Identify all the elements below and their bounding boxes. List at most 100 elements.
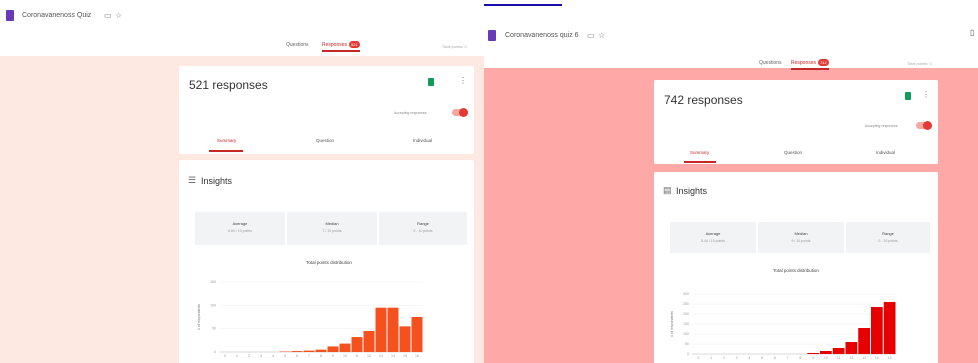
top-bar: Coronavanenoss Quiz ▭ ☆ bbox=[0, 0, 484, 34]
x-tick-label: 3 bbox=[260, 354, 262, 358]
y-tick-label: 0 bbox=[687, 352, 689, 356]
folder-icon[interactable]: ▭ bbox=[587, 31, 595, 40]
responses-count: 742 responses bbox=[664, 93, 743, 107]
y-tick-label: 50 bbox=[212, 327, 216, 331]
histogram-bar bbox=[832, 348, 845, 354]
subtab-question[interactable]: Question bbox=[784, 150, 802, 155]
histogram-bar bbox=[387, 307, 399, 352]
subtab-individual[interactable]: Individual bbox=[876, 150, 895, 155]
forms-icon[interactable] bbox=[6, 10, 14, 21]
y-tick-label: 200 bbox=[683, 312, 689, 316]
form-tabs-bar: Questions Responses 521 Total points: 0 bbox=[0, 34, 484, 56]
x-tick-label: 12 bbox=[367, 354, 371, 358]
x-tick-label: 1 bbox=[710, 356, 712, 360]
histogram-bar bbox=[411, 317, 423, 352]
subtab-summary[interactable]: Summary bbox=[690, 150, 709, 155]
stat-range-label: Range bbox=[882, 231, 894, 236]
stat-average-label: Average bbox=[705, 231, 721, 236]
x-tick-label: 5 bbox=[284, 354, 286, 358]
tab-responses[interactable]: Responses 742 bbox=[791, 59, 829, 70]
corner-icon[interactable]: ▯ bbox=[970, 28, 974, 37]
histogram-bar bbox=[315, 349, 327, 352]
forms-icon[interactable] bbox=[488, 30, 496, 41]
accepting-responses-toggle[interactable] bbox=[452, 108, 468, 117]
insights-title: Insights bbox=[676, 186, 708, 196]
y-tick-label: 300 bbox=[683, 292, 689, 296]
total-points: Total points: 0 bbox=[442, 44, 467, 49]
folder-icon[interactable]: ▭ bbox=[104, 11, 112, 20]
stat-range: Range 0 - 10 points bbox=[379, 212, 467, 245]
subtab-summary[interactable]: Summary bbox=[217, 138, 236, 143]
more-options-icon[interactable]: ⋮ bbox=[459, 77, 467, 85]
histogram-bar bbox=[375, 307, 387, 352]
responses-card: 521 responses ⋮ Accepting responses Summ… bbox=[179, 66, 474, 154]
insights-card: ☰ Insights Average 6.84 / 10 points Medi… bbox=[179, 160, 474, 363]
x-tick-label: 13 bbox=[862, 356, 866, 360]
x-tick-label: 13 bbox=[379, 354, 383, 358]
stat-range-value: 0 - 10 points bbox=[878, 239, 898, 243]
histogram-bar bbox=[327, 346, 339, 352]
y-tick-label: 100 bbox=[210, 303, 216, 307]
x-tick-label: 0 bbox=[697, 356, 699, 360]
tab-responses[interactable]: Responses 521 bbox=[322, 41, 360, 52]
x-tick-label: 14 bbox=[391, 354, 395, 358]
stat-median: Median 7 / 10 points bbox=[287, 212, 377, 245]
stat-average-value: 8.44 / 10 points bbox=[701, 239, 725, 243]
accepting-responses-label: Accepting responses bbox=[865, 124, 898, 128]
x-tick-label: 3 bbox=[736, 356, 738, 360]
form-title[interactable]: Coronavanenoss quiz 6 bbox=[505, 32, 579, 39]
tab-responses-label: Responses bbox=[791, 59, 817, 66]
sheets-icon[interactable] bbox=[428, 78, 434, 86]
histogram-bar bbox=[351, 337, 363, 352]
stat-range-value: 0 - 10 points bbox=[413, 229, 433, 233]
histogram-bar bbox=[820, 351, 832, 354]
stat-average-label: Average bbox=[232, 221, 248, 226]
y-tick-label: 250 bbox=[683, 302, 689, 306]
x-tick-label: 14 bbox=[875, 356, 879, 360]
x-tick-label: 12 bbox=[849, 356, 853, 360]
x-tick-label: 1 bbox=[236, 354, 238, 358]
x-tick-label: 4 bbox=[272, 354, 274, 358]
more-options-icon[interactable]: ⋮ bbox=[922, 91, 930, 99]
toggle-knob bbox=[923, 121, 932, 130]
stat-average: Average 8.44 / 10 points bbox=[670, 222, 756, 253]
stat-median-value: 9 / 10 points bbox=[791, 239, 811, 243]
screenshot-root: Coronavanenoss Quiz ▭ ☆ Questions Respon… bbox=[0, 0, 978, 363]
chart-title: Total points distribution bbox=[773, 268, 819, 273]
histogram-bar bbox=[339, 343, 351, 352]
x-tick-label: 0 bbox=[224, 354, 226, 358]
histogram-bar bbox=[291, 351, 303, 352]
accepting-responses-toggle[interactable] bbox=[916, 121, 932, 130]
tab-questions[interactable]: Questions bbox=[286, 42, 309, 48]
histogram-bar bbox=[363, 331, 375, 352]
histogram-bar bbox=[883, 302, 896, 354]
y-tick-label: 50 bbox=[685, 342, 689, 346]
x-tick-label: 10 bbox=[343, 354, 347, 358]
responses-count-badge: 521 bbox=[349, 41, 360, 48]
x-tick-label: 8 bbox=[320, 354, 322, 358]
y-axis-label: # of respondents bbox=[670, 311, 674, 337]
insights-icon: ☰ bbox=[188, 175, 197, 185]
y-tick-label: 100 bbox=[683, 332, 689, 336]
stat-range-label: Range bbox=[417, 221, 429, 226]
tab-questions[interactable]: Questions bbox=[759, 60, 782, 66]
star-icon[interactable]: ☆ bbox=[115, 11, 122, 20]
stat-median-value: 7 / 10 points bbox=[322, 229, 342, 233]
x-tick-label: 11 bbox=[355, 354, 359, 358]
subtab-question[interactable]: Question bbox=[316, 138, 334, 143]
top-bar: Coronavanenoss quiz 6 ▭ ☆ ▯ bbox=[484, 18, 978, 52]
sheets-icon[interactable] bbox=[905, 92, 911, 100]
star-icon[interactable]: ☆ bbox=[598, 31, 605, 40]
histogram-bar bbox=[858, 328, 870, 354]
stat-median-label: Median bbox=[325, 221, 339, 226]
histogram-bar bbox=[871, 307, 883, 354]
histogram-chart: # of respondents0501001502002503000 1 2 3 4 5… bbox=[670, 292, 896, 360]
total-points: Total points: 0 bbox=[907, 61, 932, 66]
forms-panel-left: Coronavanenoss Quiz ▭ ☆ Questions Respon… bbox=[0, 0, 484, 363]
subtab-individual[interactable]: Individual bbox=[413, 138, 432, 143]
form-tabs-bar: Questions Responses 742 Total points: 0 bbox=[484, 52, 978, 70]
form-title[interactable]: Coronavanenoss Quiz bbox=[22, 12, 91, 19]
responses-count-badge: 742 bbox=[818, 59, 829, 66]
stat-median: Median 9 / 10 points bbox=[758, 222, 844, 253]
x-tick-label: 16 bbox=[415, 354, 419, 358]
